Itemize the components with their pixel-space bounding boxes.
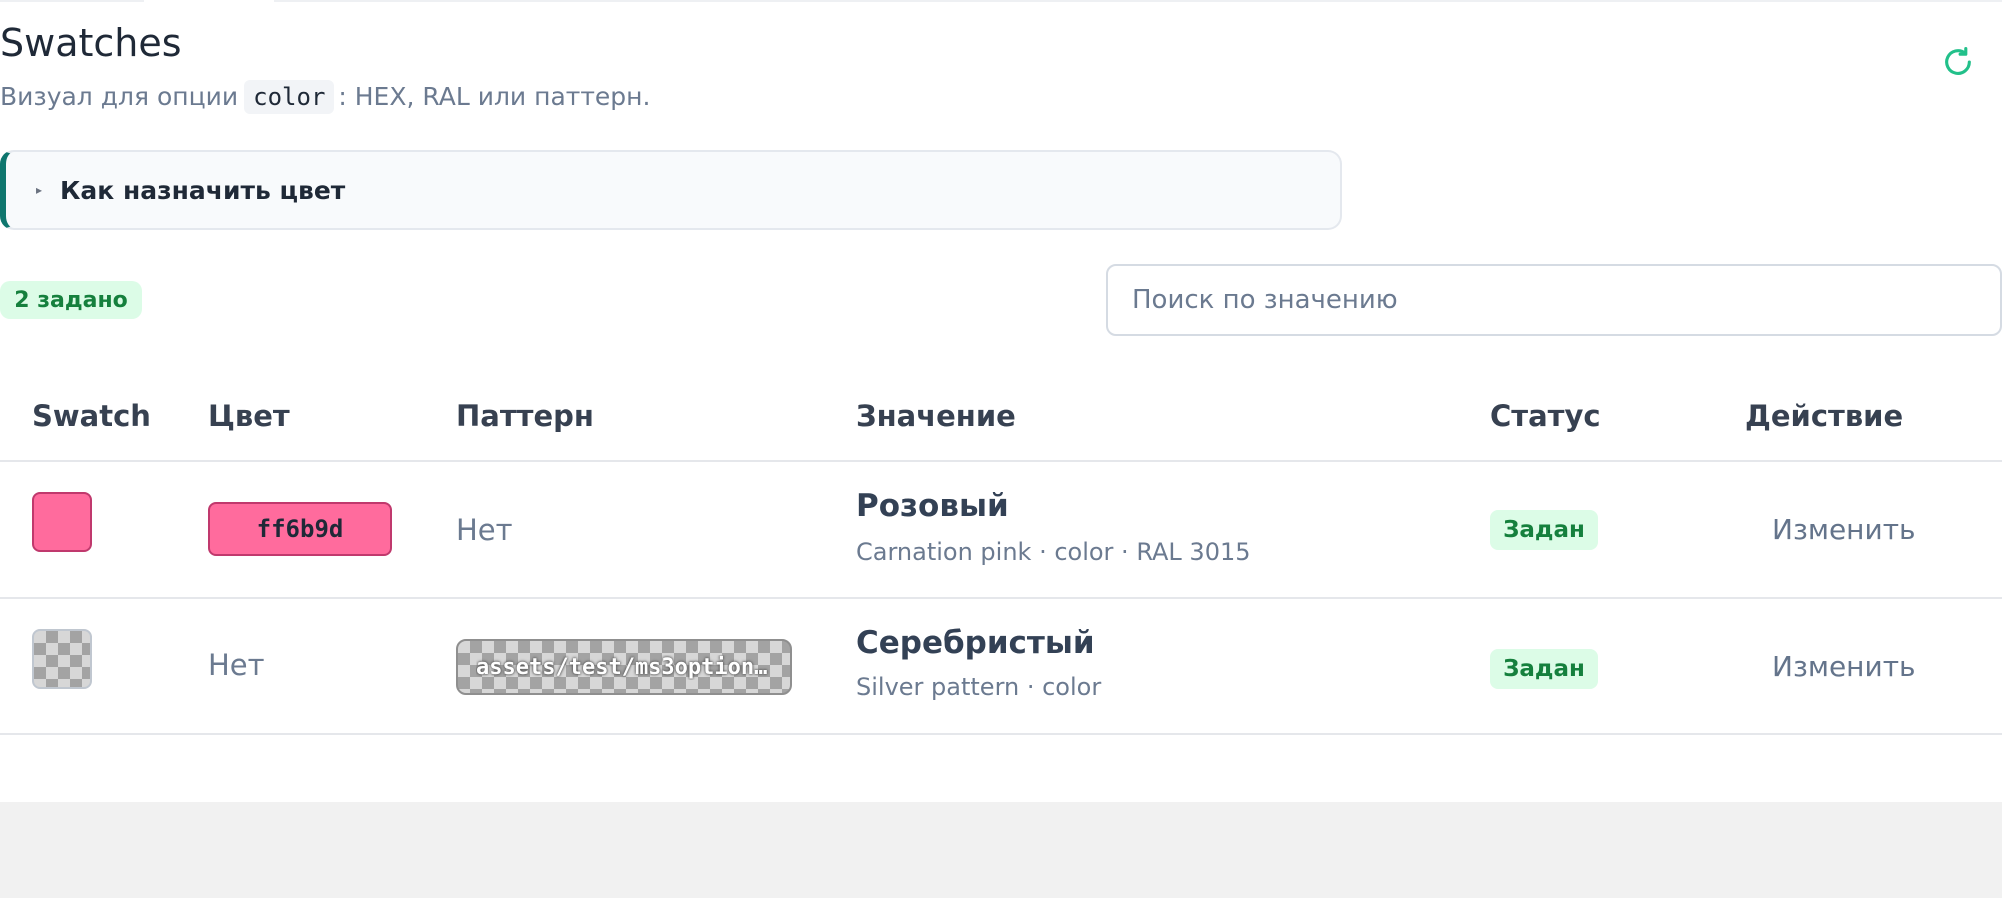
- swatch-preview: [32, 629, 92, 689]
- pattern-cell: Нет: [456, 513, 513, 547]
- subtitle-suffix: : HEX, RAL или паттерн.: [338, 82, 651, 111]
- edit-button[interactable]: Изменить: [1772, 647, 1916, 687]
- refresh-icon: [1945, 46, 1971, 75]
- refresh-button[interactable]: [1940, 44, 1976, 80]
- color-hex-chip: ff6b9d: [208, 502, 392, 556]
- column-header-value: Значение: [856, 399, 1016, 433]
- assigned-count-badge: 2 задано: [0, 281, 142, 319]
- edit-button[interactable]: Изменить: [1772, 510, 1916, 550]
- column-header-color: Цвет: [208, 399, 290, 433]
- value-title: Розовый: [856, 488, 1009, 524]
- pattern-chip: assets/test/ms3options/silver-pattern.pn…: [456, 639, 792, 695]
- active-tab-indicator: [144, 0, 274, 2]
- value-title: Серебристый: [856, 625, 1095, 661]
- help-disclosure-label: Как назначить цвет: [60, 175, 346, 205]
- pattern-path: assets/test/ms3options/silver-pattern.pn…: [476, 654, 772, 680]
- page-subtitle: Визуал для опции color: HEX, RAL или патт…: [0, 80, 650, 114]
- table-bottom-divider: [0, 733, 2002, 735]
- column-header-action: Действие: [1745, 399, 1904, 433]
- color-cell: Нет: [208, 648, 265, 682]
- page-title: Swatches: [0, 21, 182, 65]
- swatch-preview: [32, 492, 92, 552]
- table-row: ff6b9d Нет Розовый Carnation pink · colo…: [0, 462, 2002, 598]
- status-badge: Задан: [1490, 649, 1598, 689]
- top-tab-strip: [0, 0, 2002, 2]
- table-row: Нет assets/test/ms3options/silver-patter…: [0, 599, 2002, 735]
- value-subtitle: Silver pattern · color: [856, 673, 1102, 701]
- column-header-status: Статус: [1490, 399, 1601, 433]
- subtitle-prefix: Визуал для опции: [0, 82, 239, 111]
- search-input[interactable]: [1106, 264, 2002, 336]
- swatches-panel: Swatches Визуал для опции color: HEX, RAL…: [0, 0, 2002, 802]
- column-header-pattern: Паттерн: [456, 399, 594, 433]
- status-badge: Задан: [1490, 510, 1598, 550]
- help-disclosure[interactable]: ▸ Как назначить цвет: [0, 150, 1342, 230]
- value-subtitle: Carnation pink · color · RAL 3015: [856, 538, 1251, 566]
- column-header-swatch: Swatch: [32, 399, 151, 433]
- subtitle-code: color: [244, 80, 335, 114]
- disclosure-triangle-icon: ▸: [36, 183, 43, 197]
